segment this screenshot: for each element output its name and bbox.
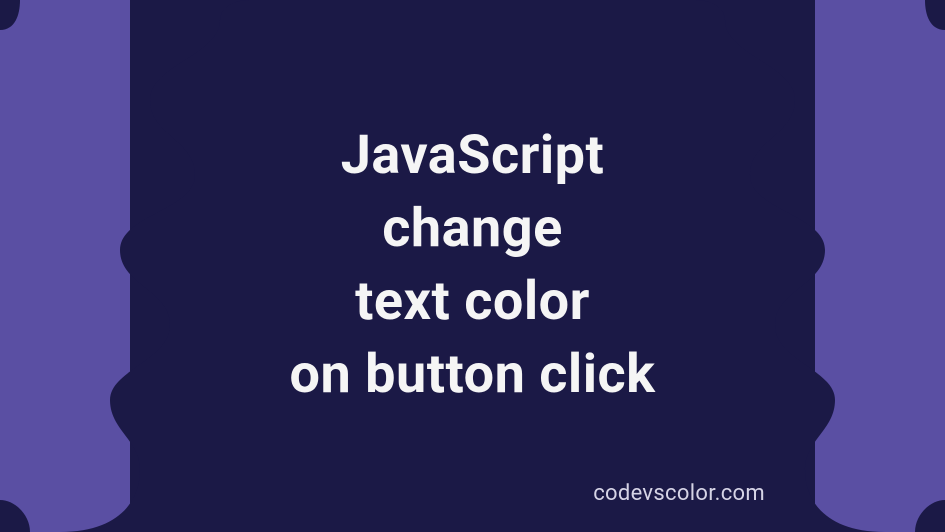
wavy-blob-left: [0, 0, 280, 532]
title-line-2: change: [382, 197, 563, 260]
banner-graphic: JavaScript change text color on button c…: [0, 0, 945, 532]
title-line-4: on button click: [290, 343, 656, 406]
site-watermark: codevscolor.com: [593, 481, 765, 506]
title-line-3: text color: [355, 270, 590, 333]
title-line-1: JavaScript: [341, 124, 605, 187]
wavy-blob-right: [665, 0, 945, 532]
banner-title: JavaScript change text color on button c…: [290, 120, 656, 412]
